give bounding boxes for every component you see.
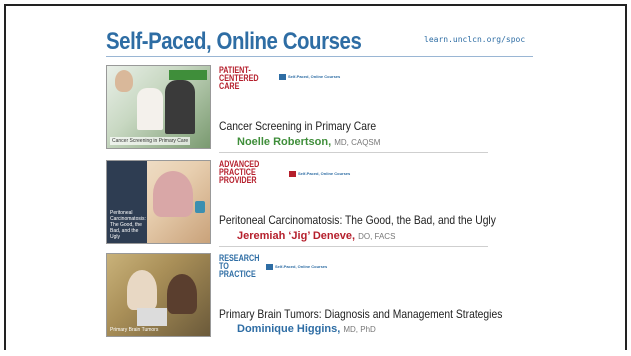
title-divider <box>106 56 533 57</box>
author-line: Dominique Higgins, MD, PhD <box>237 323 376 335</box>
presenter-figure <box>127 270 157 310</box>
thumbnail-label: Cancer Screening in Primary Care <box>110 137 191 145</box>
thumb-category-strip <box>169 70 207 80</box>
author-line: Jeremiah ‘Jig’ Deneve, DO, FACS <box>237 230 395 242</box>
author-name: Noelle Robertson, <box>237 136 332 148</box>
course-divider <box>219 152 488 153</box>
spoc-badge-text: Self-Paced, Online Courses <box>275 264 328 269</box>
spoc-badge: Self-Paced, Online Courses <box>289 171 350 177</box>
thumbnail-label: Peritoneal Carcinomatosis: The Good, the… <box>110 210 146 240</box>
presenter-figure <box>153 171 193 217</box>
category-label: RESEARCH TO PRACTICE <box>219 253 260 279</box>
spoc-badge: Self-Paced, Online Courses <box>279 74 340 80</box>
category-label: ADVANCED PRACTICE PROVIDER <box>219 159 260 185</box>
course-thumbnail-1[interactable]: Cancer Screening in Primary Care <box>106 65 211 149</box>
laptop-image <box>137 308 167 326</box>
category-label: PATIENT-CENTERED CARE <box>219 65 259 91</box>
course-title-link[interactable]: Primary Brain Tumors: Diagnosis and Mana… <box>219 307 502 321</box>
course-url-link[interactable]: learn.unclcn.org/spoc <box>424 35 525 44</box>
doctor-figure <box>137 88 163 130</box>
spoc-badge: Self-Paced, Online Courses <box>266 264 327 270</box>
course-title-link[interactable]: Cancer Screening in Primary Care <box>219 119 376 133</box>
spoc-badge-text: Self-Paced, Online Courses <box>298 171 351 176</box>
author-name: Jeremiah ‘Jig’ Deneve, <box>237 230 356 242</box>
author-credentials: MD, CAQSM <box>334 138 381 147</box>
patient-figure <box>165 80 195 134</box>
author-line: Noelle Robertson, MD, CAQSM <box>237 136 380 148</box>
course-thumbnail-3[interactable]: Primary Brain Tumors <box>106 253 211 337</box>
presenter-photo <box>115 70 133 92</box>
presenter-figure <box>167 274 197 314</box>
spoc-badge-text: Self-Paced, Online Courses <box>288 74 341 79</box>
page-title: Self-Paced, Online Courses <box>106 28 362 55</box>
course-title-link[interactable]: Peritoneal Carcinomatosis: The Good, the… <box>219 213 496 227</box>
author-credentials: MD, PhD <box>343 325 376 334</box>
author-credentials: DO, FACS <box>358 232 396 241</box>
course-thumbnail-2[interactable]: Peritoneal Carcinomatosis: The Good, the… <box>106 160 211 244</box>
course-divider <box>219 246 488 247</box>
author-name: Dominique Higgins, <box>237 323 341 335</box>
cup-image <box>195 201 205 213</box>
thumbnail-label: Primary Brain Tumors <box>110 327 159 333</box>
